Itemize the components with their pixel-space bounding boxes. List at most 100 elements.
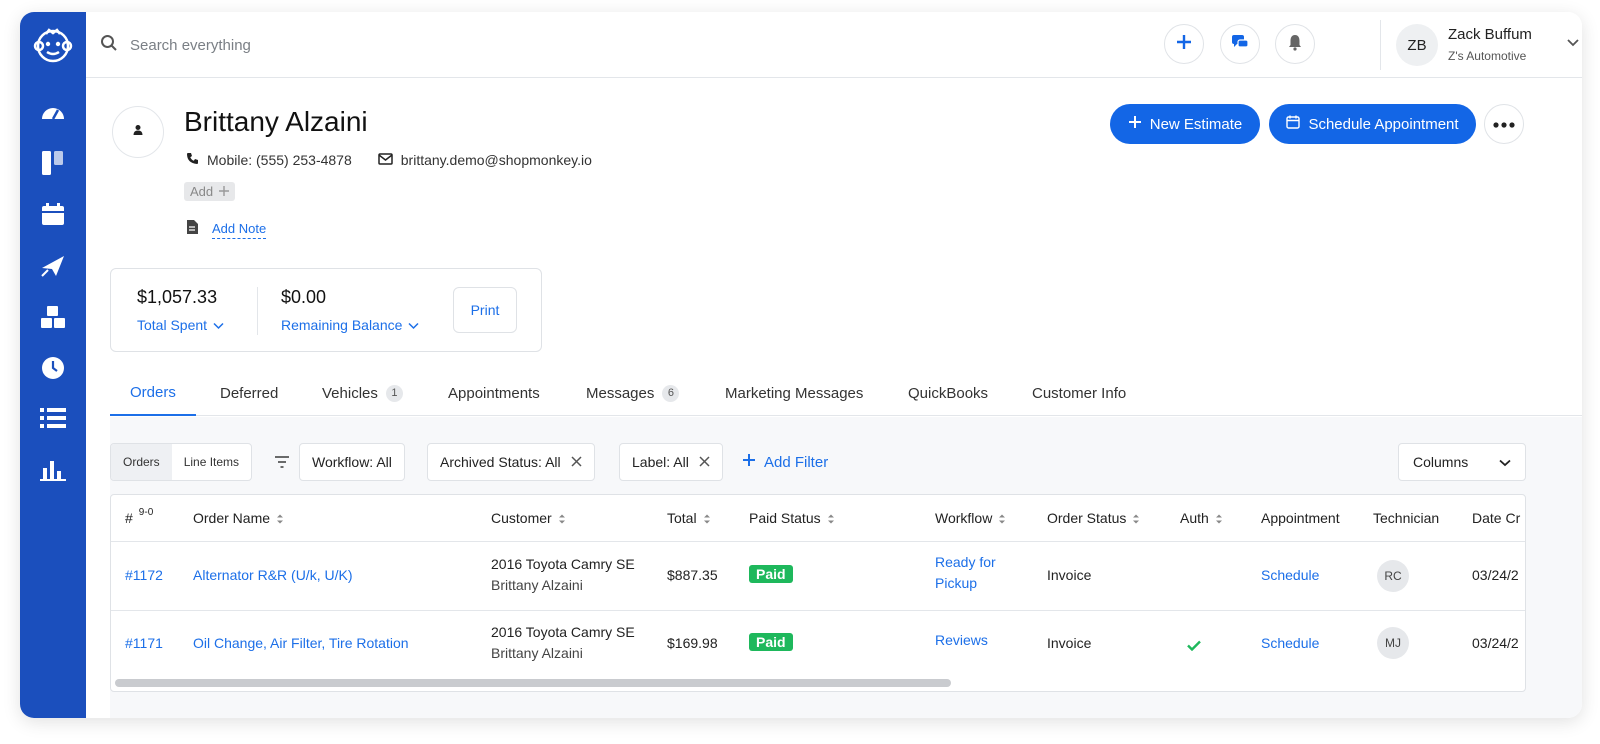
- add-filter-button[interactable]: Add Filter: [742, 443, 828, 481]
- paid-badge: Paid: [749, 633, 793, 651]
- archived-status-filter[interactable]: Archived Status: All: [427, 443, 595, 481]
- col-total[interactable]: Total: [667, 495, 711, 541]
- dashboard-icon[interactable]: [39, 98, 67, 126]
- more-options-button[interactable]: [1484, 104, 1524, 144]
- toggle-line-items[interactable]: Line Items: [172, 444, 251, 480]
- col-order-name[interactable]: Order Name: [193, 495, 284, 541]
- calendar-icon[interactable]: [39, 200, 67, 228]
- divider: [111, 610, 1525, 611]
- tab-label: QuickBooks: [908, 384, 989, 402]
- header-label: Customer: [491, 510, 552, 526]
- header-label: Total: [667, 510, 697, 526]
- note-row: Add Note: [186, 220, 267, 239]
- header-label: Workflow: [935, 510, 993, 526]
- new-estimate-button[interactable]: New Estimate: [1110, 104, 1260, 144]
- date-cell: 03/24/2: [1472, 635, 1519, 651]
- customer-email[interactable]: brittany.demo@shopmonkey.io: [401, 152, 592, 168]
- horizontal-scrollbar[interactable]: [115, 679, 951, 687]
- search-bar: [100, 34, 430, 57]
- tab-bar: Orders Deferred Vehicles 1 Appointments M…: [110, 370, 1582, 416]
- tab-messages[interactable]: Messages 6: [586, 370, 680, 416]
- schedule-link[interactable]: Schedule: [1261, 565, 1319, 586]
- tab-appointments[interactable]: Appointments: [448, 370, 540, 416]
- workflow-link[interactable]: Reviews: [935, 630, 988, 651]
- customer-phone[interactable]: Mobile: (555) 253-4878: [207, 152, 352, 168]
- chevron-down-icon: [213, 317, 224, 333]
- workflow-link[interactable]: Pickup: [935, 573, 977, 594]
- remaining-balance-label: Remaining Balance: [281, 317, 403, 333]
- vehicle-name: 2016 Toyota Camry SE: [491, 624, 635, 640]
- label-filter[interactable]: Label: All: [619, 443, 723, 481]
- vehicle-name: 2016 Toyota Camry SE: [491, 556, 635, 572]
- col-order-status[interactable]: Order Status: [1047, 495, 1140, 541]
- chevron-down-icon[interactable]: [1566, 36, 1580, 55]
- add-note-link[interactable]: Add Note: [212, 221, 267, 239]
- total-cell: $887.35: [667, 567, 718, 583]
- order-name-link[interactable]: Alternator R&R (U/k, U/K): [193, 565, 352, 586]
- columns-dropdown[interactable]: Columns: [1398, 443, 1526, 481]
- more-icon: [1493, 115, 1515, 133]
- board-icon[interactable]: [39, 149, 67, 177]
- contact-info: Mobile: (555) 253-4878 brittany.demo@sho…: [186, 152, 608, 168]
- col-technician[interactable]: Technician: [1373, 495, 1439, 541]
- marketing-icon[interactable]: [39, 252, 67, 280]
- tab-vehicles[interactable]: Vehicles 1: [322, 370, 403, 416]
- clock-icon[interactable]: [39, 354, 67, 382]
- toggle-orders[interactable]: Orders: [111, 444, 172, 480]
- reports-icon[interactable]: [39, 456, 67, 484]
- close-icon[interactable]: [699, 454, 710, 470]
- order-number-link[interactable]: #1172: [125, 565, 163, 586]
- filter-icon[interactable]: [274, 455, 290, 474]
- list-icon[interactable]: [39, 404, 67, 432]
- tab-customer-info[interactable]: Customer Info: [1032, 370, 1126, 416]
- workflow-link[interactable]: Ready for: [935, 552, 996, 573]
- tab-orders[interactable]: Orders: [110, 370, 196, 416]
- order-name-link[interactable]: Oil Change, Air Filter, Tire Rotation: [193, 633, 409, 654]
- col-date-created[interactable]: Date Cr: [1472, 495, 1520, 541]
- account-summary: $1,057.33 Total Spent $0.00 Remaining Ba…: [110, 268, 542, 352]
- header-label: Appointment: [1261, 510, 1340, 526]
- close-icon[interactable]: [571, 454, 582, 470]
- sort-icon: [1132, 512, 1140, 524]
- order-number-link[interactable]: #1171: [125, 633, 163, 654]
- search-input[interactable]: [130, 37, 430, 54]
- calendar-icon: [1286, 115, 1301, 133]
- plus-icon: [1128, 115, 1142, 133]
- chevron-down-icon: [1499, 454, 1511, 470]
- technician-avatar[interactable]: RC: [1377, 560, 1409, 592]
- view-toggle: Orders Line Items: [110, 443, 253, 481]
- tab-label: Appointments: [448, 384, 540, 402]
- header-label: Order Status: [1047, 510, 1127, 526]
- user-org: Z's Automotive: [1448, 49, 1527, 63]
- logo-icon[interactable]: [33, 26, 73, 66]
- remaining-balance-dropdown[interactable]: Remaining Balance: [281, 317, 419, 333]
- header-label: Auth: [1180, 510, 1209, 526]
- total-spent-label: Total Spent: [137, 317, 208, 333]
- orders-panel: Orders Line Items Workflow: All Archived…: [110, 417, 1582, 718]
- inventory-icon[interactable]: [39, 303, 67, 331]
- col-auth[interactable]: Auth: [1180, 495, 1223, 541]
- add-tag-button[interactable]: Add: [184, 182, 236, 201]
- col-paid-status[interactable]: Paid Status: [749, 495, 835, 541]
- col-number[interactable]: # 9-0: [125, 495, 153, 541]
- col-appointment[interactable]: Appointment: [1261, 495, 1340, 541]
- col-workflow[interactable]: Workflow: [935, 495, 1006, 541]
- add-button[interactable]: [1164, 24, 1204, 64]
- schedule-link[interactable]: Schedule: [1261, 633, 1319, 654]
- chat-button[interactable]: [1220, 24, 1260, 64]
- sort-icon: [1215, 512, 1223, 524]
- technician-avatar[interactable]: MJ: [1377, 627, 1409, 659]
- notifications-button[interactable]: [1275, 24, 1315, 64]
- tab-quickbooks[interactable]: QuickBooks: [908, 370, 988, 416]
- workflow-filter[interactable]: Workflow: All: [299, 443, 405, 481]
- col-customer[interactable]: Customer: [491, 495, 566, 541]
- schedule-appointment-button[interactable]: Schedule Appointment: [1269, 104, 1476, 144]
- total-spent-dropdown[interactable]: Total Spent: [137, 317, 224, 333]
- user-avatar[interactable]: ZB: [1396, 24, 1438, 66]
- tab-deferred[interactable]: Deferred: [220, 370, 278, 416]
- user-name[interactable]: Zack Buffum: [1448, 26, 1532, 43]
- tab-marketing-messages[interactable]: Marketing Messages: [725, 370, 863, 416]
- print-button[interactable]: Print: [453, 287, 517, 333]
- order-status-cell: Invoice: [1047, 635, 1092, 651]
- filter-value: All: [545, 454, 561, 470]
